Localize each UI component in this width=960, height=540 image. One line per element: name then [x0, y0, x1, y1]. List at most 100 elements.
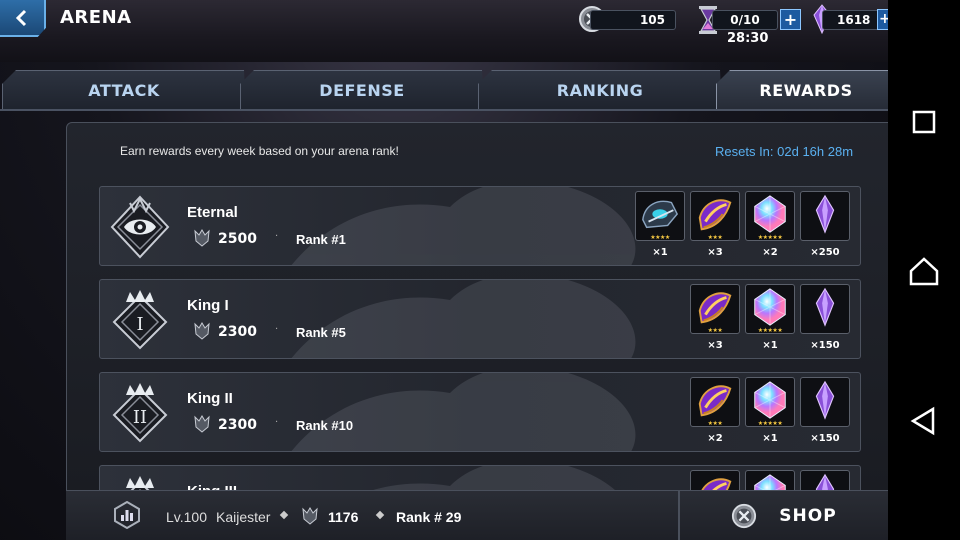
arena-points-icon [194, 229, 210, 247]
reward-quantity: ×1 [762, 433, 778, 444]
tab-defense[interactable]: DEFENSE [240, 70, 484, 110]
reward-stars: ★★★★★ [757, 327, 783, 334]
player-name: Kaijester [216, 509, 271, 525]
reward-quantity: ×150 [810, 340, 840, 351]
reward-slot: ★★★ [690, 284, 740, 334]
tier-row[interactable]: II King II 2300 · Rank #10 ★★★ ×2 ★★★★★ ×1 ×150 [99, 372, 861, 452]
tier-rank: Rank #10 [296, 418, 354, 433]
crown-ii-emblem-icon: II [108, 381, 172, 445]
dragon-background-icon [270, 187, 670, 265]
reward-stars: ★★★★★ [757, 234, 783, 241]
chevron-left-icon [15, 9, 27, 26]
arena-points-icon [194, 322, 210, 340]
eye-emblem-icon [108, 195, 172, 259]
purple-crystal-icon [804, 193, 846, 239]
home-button[interactable] [906, 253, 942, 289]
add-energy-button[interactable]: + [780, 9, 801, 30]
tier-points: 2300 [218, 324, 257, 340]
arena-coin-icon [732, 503, 757, 528]
shop-label: SHOP [779, 505, 837, 526]
tier-rank: Rank #5 [296, 325, 346, 340]
back-button[interactable] [0, 0, 46, 37]
reward-slot: ★★★★★ [745, 284, 795, 334]
recent-apps-button[interactable] [906, 104, 942, 140]
reward-item[interactable]: ★★★ ×2 [690, 377, 740, 449]
tier-points: 2500 [218, 231, 257, 247]
player-level: Lv.100 [166, 509, 207, 525]
energy-timer: 28:30 [727, 31, 769, 46]
screen-title: ARENA [60, 7, 132, 28]
reward-quantity: ×2 [762, 247, 778, 258]
square-icon [912, 110, 936, 134]
back-nav-button[interactable] [906, 403, 942, 439]
reward-item[interactable]: ★★★ ×3 [690, 284, 740, 356]
reward-item[interactable]: ★★★★★ ×1 [745, 377, 795, 449]
tier-name: King I [187, 297, 229, 314]
rainbow-orb-icon [749, 286, 791, 332]
reward-slot [800, 191, 850, 241]
reward-item[interactable]: ★★★★★ ×1 [745, 284, 795, 356]
reward-stars: ★★★ [707, 327, 723, 334]
reward-quantity: ×2 [707, 433, 723, 444]
tier-row[interactable]: Eternal 2500 · Rank #1 ★★★★ ×1 ★★★ ×3 ★★★★★ ×2 ×25… [99, 186, 861, 266]
shop-button[interactable]: SHOP [680, 491, 888, 540]
rewards-intro-text: Earn rewards every week based on your ar… [120, 144, 399, 158]
coin-counter: 105 [590, 10, 676, 30]
reward-quantity: ×1 [652, 247, 668, 258]
triangle-back-icon [910, 406, 935, 436]
reward-item[interactable]: ×150 [800, 377, 850, 449]
player-points: 1176 [328, 509, 359, 525]
level-badge-icon [114, 501, 140, 529]
game-screen: ARENA 105 0/10 + 28:30 1618 + ATTACK DEF… [0, 0, 888, 540]
reward-slot: ★★★ [690, 191, 740, 241]
reward-quantity: ×1 [762, 340, 778, 351]
reward-stars: ★★★ [707, 234, 723, 241]
home-icon [909, 257, 939, 286]
tab-ranking[interactable]: RANKING [478, 70, 722, 110]
reward-slot [800, 377, 850, 427]
reward-item[interactable]: ★★★ ×3 [690, 191, 740, 263]
separator-dot: · [275, 231, 279, 242]
reward-stars: ★★★★ [650, 234, 670, 241]
reward-quantity: ×150 [810, 433, 840, 444]
reward-stars: ★★★★★ [757, 420, 783, 427]
reward-item[interactable]: ×250 [800, 191, 850, 263]
tier-row[interactable]: I King I 2300 · Rank #5 ★★★ ×3 ★★★★★ ×1 ×150 [99, 279, 861, 359]
add-crystals-button[interactable]: + [877, 9, 888, 30]
reward-item[interactable]: ★★★★ ×1 [635, 191, 685, 263]
reward-quantity: ×3 [707, 340, 723, 351]
reward-slot: ★★★★ [635, 191, 685, 241]
purple-gold-shard-icon [694, 286, 736, 332]
rainbow-orb-icon [749, 379, 791, 425]
energy-counter: 0/10 [712, 10, 778, 30]
reward-item[interactable]: ×150 [800, 284, 850, 356]
separator-dot: · [275, 417, 279, 428]
tab-rewards[interactable]: REWARDS [716, 70, 888, 110]
tab-attack[interactable]: ATTACK [2, 70, 246, 110]
dragon-background-icon [270, 280, 670, 358]
tier-name: Eternal [187, 204, 238, 221]
arena-points-icon [302, 507, 318, 525]
android-nav-bar [888, 0, 960, 540]
dragon-background-icon [270, 373, 670, 451]
separator-dot: · [275, 324, 279, 335]
reward-slot [800, 284, 850, 334]
purple-gold-shard-icon [694, 379, 736, 425]
svg-text:II: II [133, 407, 147, 428]
purple-crystal-icon [804, 379, 846, 425]
player-rank: Rank # 29 [396, 509, 462, 525]
svg-text:I: I [136, 314, 143, 335]
arena-points-icon [194, 415, 210, 433]
reward-stars: ★★★ [707, 420, 723, 427]
reward-slot: ★★★★★ [745, 377, 795, 427]
tier-points: 2300 [218, 417, 257, 433]
reward-slot: ★★★★★ [745, 191, 795, 241]
reward-item[interactable]: ★★★★★ ×2 [745, 191, 795, 263]
rainbow-orb-icon [749, 193, 791, 239]
reset-timer: Resets In: 02d 16h 28m [715, 144, 854, 159]
crystal-counter: 1618 [822, 10, 884, 30]
crown-i-emblem-icon: I [108, 288, 172, 352]
purple-gold-shard-icon [694, 193, 736, 239]
tier-rank: Rank #1 [296, 232, 346, 247]
reward-quantity: ×250 [810, 247, 840, 258]
